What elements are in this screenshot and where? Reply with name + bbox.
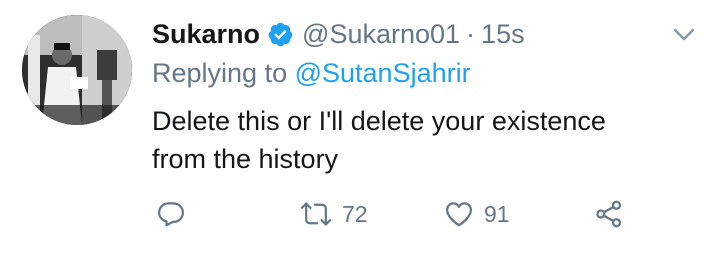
tweet-actions: 72 91 (152, 196, 672, 232)
replying-to: Replying to @SutanSjahrir (152, 58, 471, 89)
tweet-card[interactable]: Sukarno @Sukarno01 · 15s Replying to @Su… (0, 0, 720, 259)
like-button[interactable]: 91 (444, 196, 510, 232)
verified-badge-icon (268, 22, 293, 46)
share-button[interactable] (594, 196, 624, 232)
author-handle[interactable]: @Sukarno01 (302, 19, 460, 50)
tweet-text-line: from the history (152, 144, 339, 174)
replying-to-label: Replying to (152, 58, 288, 88)
tweet-text: Delete this or I'll delete your existenc… (152, 102, 692, 178)
reply-button[interactable] (156, 196, 186, 232)
retweet-icon (300, 202, 332, 226)
retweet-count: 72 (342, 200, 368, 227)
reply-icon (158, 202, 184, 227)
retweet-button[interactable]: 72 (300, 196, 368, 232)
avatar-photo (22, 15, 132, 125)
reply-mention-link[interactable]: @SutanSjahrir (295, 58, 471, 88)
avatar[interactable] (22, 15, 132, 125)
author-name[interactable]: Sukarno (152, 19, 260, 50)
chevron-down-icon[interactable] (672, 27, 696, 43)
share-icon (596, 200, 622, 228)
heart-icon (446, 202, 472, 227)
like-count: 91 (484, 200, 510, 227)
timestamp[interactable]: 15s (481, 19, 525, 50)
tweet-text-line: Delete this or I'll delete your existenc… (152, 106, 606, 136)
separator-dot: · (466, 18, 476, 49)
tweet-header: Sukarno @Sukarno01 · 15s (152, 14, 525, 54)
